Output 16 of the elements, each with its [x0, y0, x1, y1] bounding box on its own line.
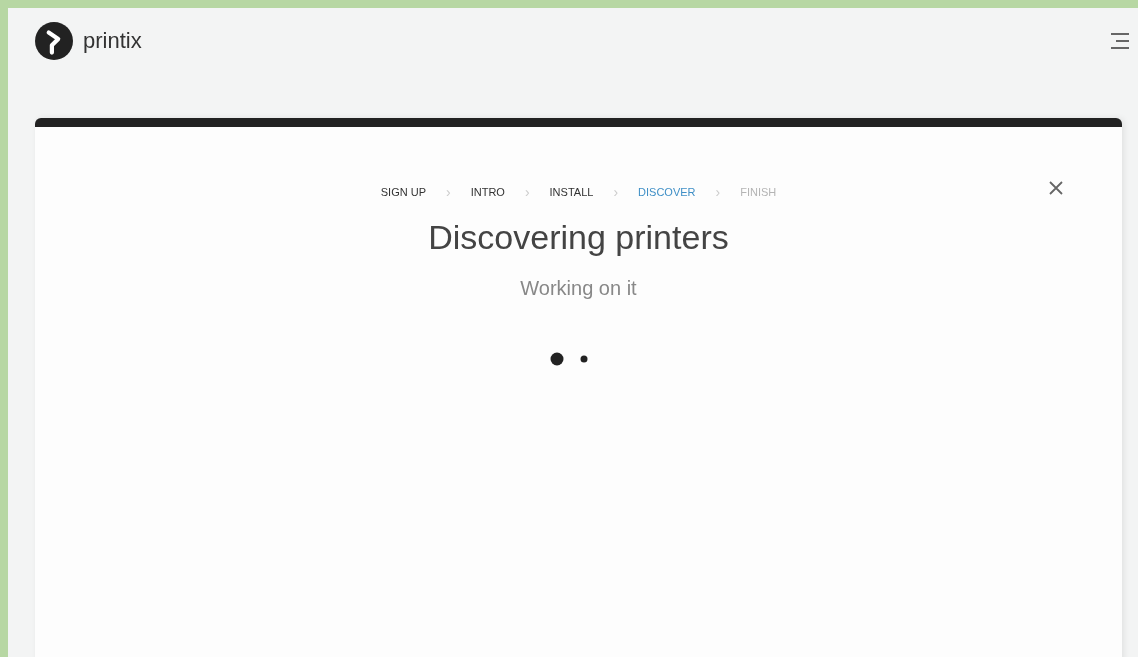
wizard-step: INTRO [470, 186, 505, 198]
step-separator: › [446, 184, 451, 200]
loading-dots-icon [549, 352, 588, 366]
step-separator: › [613, 184, 619, 200]
step-separator: › [715, 184, 721, 200]
wizard-step: DISCOVER [638, 186, 696, 198]
logo-icon [35, 22, 73, 60]
wizard-step: SIGN UP [380, 186, 426, 198]
close-icon[interactable] [1049, 181, 1063, 195]
wizard-step: INSTALL [549, 186, 594, 198]
wizard-step: FINISH [740, 186, 777, 198]
status-text: Working on it [520, 277, 637, 300]
step-separator: › [524, 184, 530, 200]
menu-icon[interactable] [1110, 32, 1130, 50]
logo-text: printix [83, 28, 142, 54]
page-title: Discovering printers [428, 218, 729, 257]
